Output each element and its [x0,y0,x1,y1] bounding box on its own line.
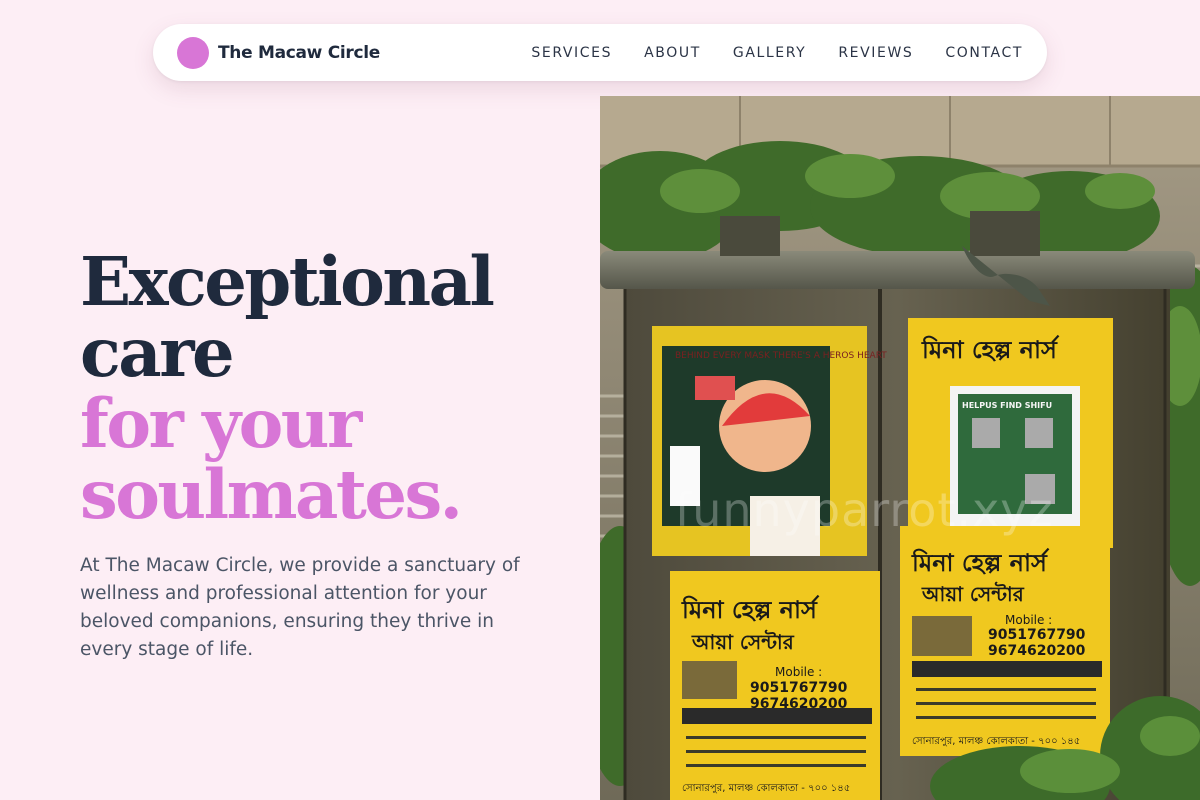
notice-title: HELPUS FIND SHIFU [962,401,1052,410]
nav-links: SERVICES ABOUT GALLERY REVIEWS CONTACT [531,45,1023,61]
poster-heading-2: মিনা হেল্প নার্স [681,594,820,624]
poster-heading-3: মিনা হেল্প নার্স [911,547,1050,577]
nav-link-contact[interactable]: CONTACT [945,45,1023,61]
watermark-text: funnyparrot.xyz [675,483,1054,537]
hero-title-line-2: care [80,313,235,392]
poster-footer-3: সোনারপুর, মালঞ্চ কোলকাতা - ৭০০ ১৪৫ [912,736,1080,747]
poster-phone2-3: 9674620200 [988,643,1086,659]
poster-subheading-3: আয়া সেন্টার [921,581,1025,606]
hero-title-line-4: soulmates. [80,455,463,534]
brand-dot-icon [177,36,209,69]
art-poster-text: BEHIND EVERY MASK THERE'S A HEROS HEART [675,351,887,361]
hero-title-line-3: for your [80,384,362,463]
nav-link-gallery[interactable]: GALLERY [733,45,806,61]
hero-title-line-1: Exceptional [80,242,495,321]
hero-photo: BEHIND EVERY MASK THERE'S A HEROS HEART … [600,96,1200,800]
hero-title: Exceptional care for your soulmates. [80,246,580,530]
poster-subheading-2: আয়া সেন্টার [691,629,795,654]
poster-phone1-2: 9051767790 [750,680,848,696]
nav-link-reviews[interactable]: REVIEWS [838,45,913,61]
hero-description: At The Macaw Circle, we provide a sanctu… [80,555,520,660]
top-navbar: The Macaw Circle SERVICES ABOUT GALLERY … [153,24,1047,81]
poster-mobile-label-2: Mobile : [775,665,822,679]
nav-link-about[interactable]: ABOUT [644,45,701,61]
brand-logo-link[interactable]: The Macaw Circle [177,36,381,69]
brand-name: The Macaw Circle [218,42,381,63]
poster-footer-2: সোনারপুর, মালঞ্চ কোলকাতা - ৭০০ ১৪৫ [682,783,850,794]
poster-mobile-label-3: Mobile : [1005,613,1052,627]
nav-link-services[interactable]: SERVICES [531,45,612,61]
poster-phone1-3: 9051767790 [988,627,1086,643]
poster-heading-1: মিনা হেল্প নার্স [921,334,1060,364]
